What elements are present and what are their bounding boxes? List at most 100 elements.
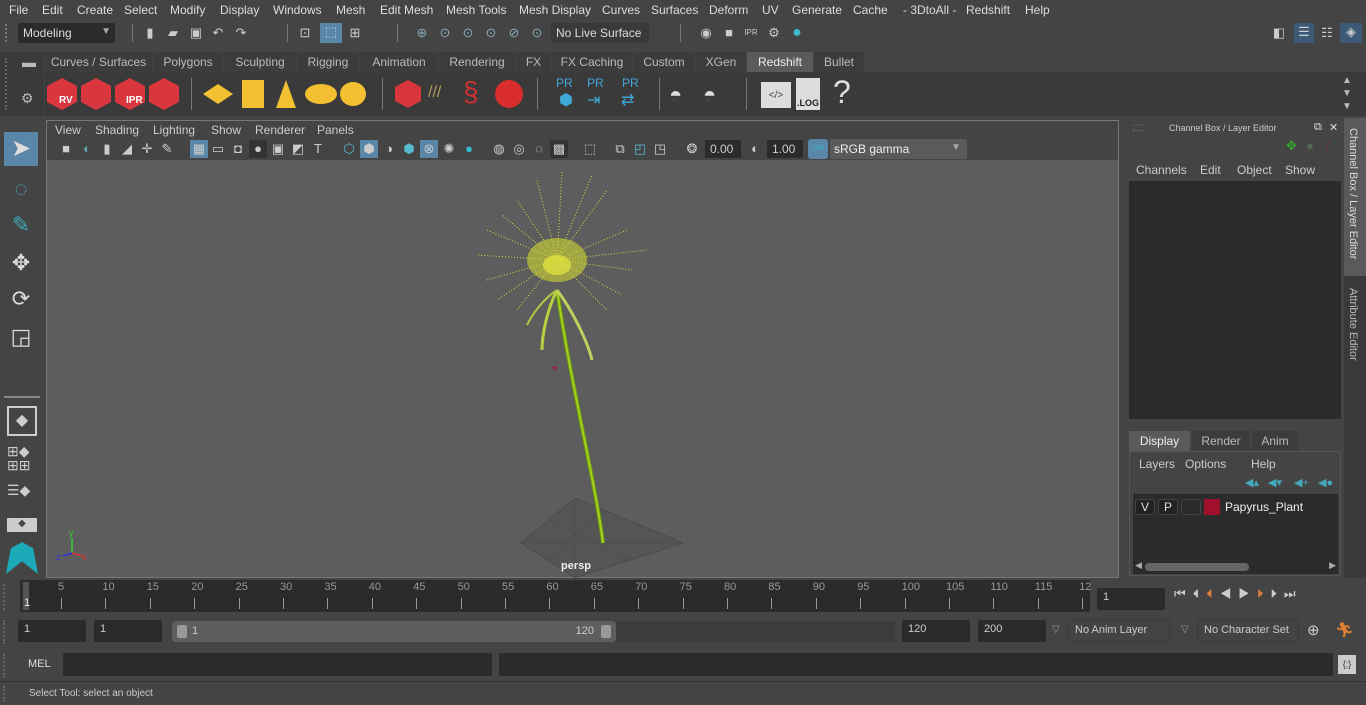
shelf-tab-fx-caching[interactable]: FX Caching	[552, 52, 632, 72]
script-editor-icon[interactable]: {;}	[1338, 655, 1356, 674]
render-settings-icon[interactable]: ⚙	[765, 24, 783, 42]
range-end-handle[interactable]	[601, 625, 611, 638]
outliner-layout-icon[interactable]: ☰◆	[7, 482, 37, 510]
screen-space-ao-icon[interactable]: ◍	[490, 140, 508, 158]
default-material-icon[interactable]: ◑	[380, 140, 398, 158]
rotate-tool-icon[interactable]: ⟳	[4, 282, 38, 316]
rs-proxy-export-icon[interactable]: ⬢	[559, 90, 573, 110]
rs-batch-render-icon[interactable]	[81, 78, 111, 110]
channel-menu-channels[interactable]: Channels	[1136, 163, 1187, 177]
xray-icon[interactable]: ⧉	[611, 140, 629, 158]
drag-handle[interactable]	[3, 686, 9, 702]
menu-uv[interactable]: UV	[762, 3, 779, 17]
layer-menu-help[interactable]: Help	[1251, 457, 1276, 471]
rs-render-settings-icon[interactable]	[149, 78, 179, 110]
play-forwards-icon[interactable]: ▶	[1238, 586, 1257, 601]
select-object-icon[interactable]: ⬚	[320, 23, 342, 43]
anti-aliasing-icon[interactable]: ◌	[530, 140, 548, 158]
move-layer-down-icon[interactable]: ◀▾	[1268, 476, 1282, 489]
character-set-dropdown[interactable]: No Character Set	[1197, 620, 1299, 642]
channel-speed-icon[interactable]: ●	[1306, 138, 1314, 153]
gamma-field[interactable]: 1.00	[767, 140, 803, 158]
channel-menu-object[interactable]: Object	[1237, 163, 1272, 177]
rs-proxy-import-icon[interactable]: ⇥	[587, 90, 600, 110]
viewport-scene[interactable]: * y x z persp	[47, 160, 1118, 578]
layer-visibility-toggle[interactable]: V	[1135, 499, 1155, 515]
menu-generate[interactable]: Generate	[792, 3, 842, 17]
channel-menu-edit[interactable]: Edit	[1200, 163, 1221, 177]
menu-create[interactable]: Create	[77, 3, 113, 17]
image-plane-icon[interactable]: ◢	[118, 140, 136, 158]
wireframe-icon[interactable]: ⬡	[340, 140, 358, 158]
menu-modify[interactable]: Modify	[170, 3, 205, 17]
menu-mesh-display[interactable]: Mesh Display	[519, 3, 591, 17]
move-layer-up-icon[interactable]: ◀▴	[1245, 476, 1259, 489]
playback-start-field[interactable]: 1	[94, 620, 162, 642]
motion-blur-icon[interactable]: ◎	[510, 140, 528, 158]
shelf-tab-bullet[interactable]: Bullet	[814, 52, 864, 72]
rs-material-icon[interactable]	[495, 80, 523, 108]
viewport-menu-panels[interactable]: Panels	[317, 123, 354, 137]
menu-curves[interactable]: Curves	[602, 3, 640, 17]
viewport-menu-lighting[interactable]: Lighting	[153, 123, 195, 137]
menu-3dtoall[interactable]: - 3DtoAll -	[903, 3, 956, 17]
grease-pencil-icon[interactable]: ✎	[158, 140, 176, 158]
snap-grid-icon[interactable]: ⊕	[413, 24, 431, 42]
tool-settings-icon[interactable]: ☷	[1318, 24, 1336, 42]
hyperbolic-icon[interactable]: /	[1326, 138, 1330, 153]
exposure-field[interactable]: 0.00	[705, 140, 741, 158]
step-forward-key-icon[interactable]: ⏵	[1257, 586, 1271, 601]
bookmark-icon[interactable]: ▮	[98, 140, 116, 158]
float-panel-icon[interactable]: ⧉	[1314, 121, 1322, 134]
modeling-toolkit-icon[interactable]: ◧	[1270, 24, 1288, 42]
menu-redshift[interactable]: Redshift	[966, 3, 1010, 17]
new-layer-selected-icon[interactable]: ◀●	[1318, 476, 1333, 489]
layer-tab-display[interactable]: Display	[1129, 431, 1190, 451]
depth-of-field-icon[interactable]: ▩	[550, 140, 568, 158]
snap-view-plane-icon[interactable]: ⊙	[482, 24, 500, 42]
drag-handle[interactable]	[5, 58, 9, 110]
rs-bake-multi-icon[interactable]: ◓	[669, 82, 682, 108]
layer-tab-render[interactable]: Render	[1192, 431, 1250, 451]
shelf-tab-curves-surfaces[interactable]: Curves / Surfaces	[45, 52, 152, 72]
2d-pan-zoom-icon[interactable]: ✛	[138, 140, 156, 158]
manipulator-axis-icon[interactable]: ✥	[1286, 138, 1297, 154]
shadows-icon[interactable]: ●	[460, 140, 478, 158]
drag-handle[interactable]	[5, 24, 9, 42]
start-time-field[interactable]: 1	[18, 620, 86, 642]
safe-title-icon[interactable]: T	[309, 140, 327, 158]
drag-handle[interactable]	[3, 620, 9, 644]
move-tool-icon[interactable]: ✥	[4, 246, 38, 280]
auto-key-icon[interactable]: ⊕	[1307, 621, 1320, 639]
camera-select-icon[interactable]: ■	[57, 140, 75, 158]
safe-action-icon[interactable]: ◩	[289, 140, 307, 158]
graph-layout-icon[interactable]: ◆	[7, 518, 37, 532]
exposure-icon[interactable]: ❂	[683, 140, 701, 158]
current-frame-field[interactable]: 1	[1097, 588, 1165, 610]
step-forward-frame-icon[interactable]: ⏵	[1270, 586, 1284, 601]
snap-live-icon[interactable]: ⊘	[505, 24, 523, 42]
rs-mesh-light-icon[interactable]: §	[463, 76, 479, 108]
shelf-tab-polygons[interactable]: Polygons	[153, 52, 223, 72]
select-component-icon[interactable]: ⊞	[346, 24, 364, 42]
layer-tab-anim[interactable]: Anim	[1252, 431, 1298, 451]
range-start-handle[interactable]	[177, 625, 187, 638]
rs-portal-light-icon[interactable]	[242, 80, 264, 108]
viewport-menu-show[interactable]: Show	[211, 123, 241, 137]
use-all-lights-icon[interactable]: ✺	[440, 140, 458, 158]
rs-proxy-swap-icon[interactable]: ⇄	[621, 90, 634, 110]
select-hierarchy-icon[interactable]: ⊡	[296, 24, 314, 42]
single-view-layout-icon[interactable]: ◆	[7, 406, 37, 436]
drag-handle[interactable]: ⁚⁚⁚⁚	[1132, 123, 1143, 134]
menu-help[interactable]: Help	[1025, 3, 1050, 17]
viewport-menu-shading[interactable]: Shading	[95, 123, 139, 137]
rs-help-icon[interactable]: ?	[833, 74, 851, 111]
end-time-field[interactable]: 200	[978, 620, 1046, 642]
render-frame-icon[interactable]: ■	[720, 24, 738, 42]
shelf-tab-rigging[interactable]: Rigging	[297, 52, 359, 72]
shelf-tab-custom[interactable]: Custom	[633, 52, 695, 72]
textured-icon[interactable]: ⊗	[420, 140, 438, 158]
anim-layer-dropdown[interactable]: No Anim Layer	[1068, 620, 1170, 642]
close-icon[interactable]: ✕	[1329, 121, 1338, 134]
shelf-tab-fx[interactable]: FX	[516, 52, 551, 72]
